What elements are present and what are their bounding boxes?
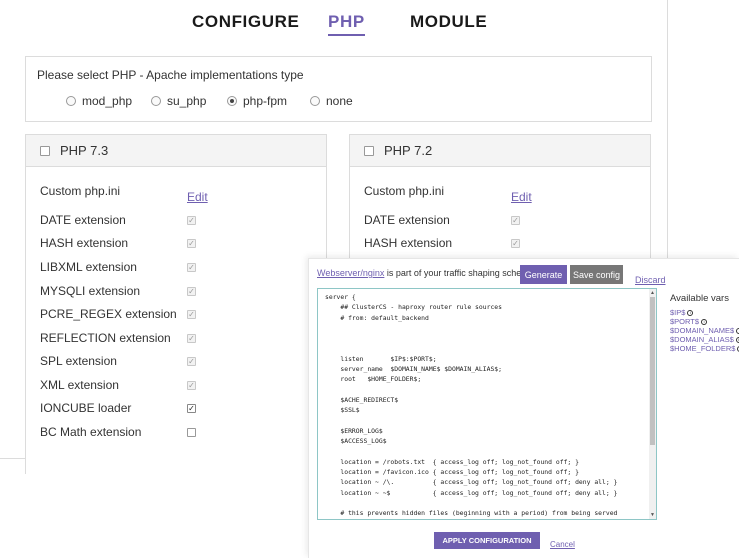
php73-ext-mysqli-label: MYSQLI extension <box>40 284 141 298</box>
available-vars-title: Available vars <box>670 293 729 304</box>
apache-implementation-box: Please select PHP - Apache implementatio… <box>25 56 652 122</box>
php73-custom-ini-label: Custom php.ini <box>40 184 121 198</box>
radio-php-fpm[interactable]: php-fpm <box>227 94 287 108</box>
webserver-nginx-link[interactable]: Webserver/nginx <box>317 268 384 278</box>
php73-ext-pcre-checkbox[interactable]: ✓ <box>187 310 196 319</box>
php73-enable-checkbox[interactable] <box>40 145 50 156</box>
php73-ext-reflection-checkbox[interactable]: ✓ <box>187 334 196 343</box>
radio-mod-php-label: mod_php <box>82 94 133 108</box>
scroll-down-icon[interactable]: ▼ <box>650 512 655 518</box>
php72-custom-ini-label: Custom php.ini <box>364 184 445 198</box>
radio-mod-php[interactable]: mod_php <box>66 94 132 108</box>
info-icon[interactable]: i <box>687 309 694 316</box>
php73-ext-mysqli-checkbox[interactable]: ✓ <box>187 287 196 296</box>
php72-ext-hash-checkbox[interactable]: ✓ <box>511 239 520 248</box>
config-code-editor[interactable]: server { ## ClusterCS - haproxy router r… <box>317 288 657 520</box>
php73-ext-libxml-label: LIBXML extension <box>40 260 137 274</box>
php73-ext-ioncube-label: IONCUBE loader <box>40 401 132 415</box>
php73-ext-xml-checkbox[interactable]: ✓ <box>187 381 196 390</box>
php73-ext-date-label: DATE extension <box>40 213 126 227</box>
var-ip-label[interactable]: $IP$ <box>670 308 685 317</box>
tab-module[interactable]: MODULE <box>410 12 487 32</box>
tab-php[interactable]: PHP <box>328 12 365 36</box>
php72-title: PHP 7.2 <box>384 143 433 158</box>
php73-ext-libxml-checkbox[interactable]: ✓ <box>187 263 196 272</box>
editor-scroll-thumb[interactable] <box>650 297 655 445</box>
radio-su-php-circle[interactable] <box>151 96 161 106</box>
var-domain-alias-label[interactable]: $DOMAIN_ALIAS$ <box>670 335 734 344</box>
editor-scrollbar[interactable]: ▲ ▼ <box>649 289 656 519</box>
radio-php-fpm-circle[interactable] <box>227 96 237 106</box>
var-port[interactable]: $PORT$ i <box>670 317 708 326</box>
radio-none-circle[interactable] <box>310 96 320 106</box>
php72-header: PHP 7.2 <box>350 135 650 167</box>
php73-ext-pcre-label: PCRE_REGEX extension <box>40 307 177 321</box>
var-domain-alias[interactable]: $DOMAIN_ALIAS$i <box>670 335 739 344</box>
radio-php-fpm-label: php-fpm <box>243 94 288 108</box>
config-dialog-header-text: is part of your traffic shaping schema. <box>384 268 537 278</box>
php73-header: PHP 7.3 <box>26 135 326 167</box>
generate-button[interactable]: Generate <box>520 265 567 284</box>
php72-enable-checkbox[interactable] <box>364 145 374 156</box>
php72-edit-link[interactable]: Edit <box>511 190 532 204</box>
php73-ext-spl-checkbox[interactable]: ✓ <box>187 357 196 366</box>
var-domain-name-label[interactable]: $DOMAIN_NAME$ <box>670 326 734 335</box>
php73-ext-bcmath-label: BC Math extension <box>40 425 142 439</box>
php73-ext-bcmath-checkbox[interactable] <box>187 428 196 437</box>
radio-none[interactable]: none <box>310 94 353 108</box>
radio-none-label: none <box>326 94 353 108</box>
php72-ext-hash-label: HASH extension <box>364 236 453 250</box>
var-home-folder-label[interactable]: $HOME_FOLDER$ <box>670 344 735 353</box>
radio-mod-php-circle[interactable] <box>66 96 76 106</box>
apply-configuration-button[interactable]: APPLY CONFIGURATION <box>434 532 540 549</box>
scroll-up-icon[interactable]: ▲ <box>650 290 655 296</box>
var-ip[interactable]: $IP$ i <box>670 308 694 317</box>
php73-ext-spl-label: SPL extension <box>40 354 117 368</box>
php72-ext-date-label: DATE extension <box>364 213 450 227</box>
var-domain-name[interactable]: $DOMAIN_NAME$i <box>670 326 739 335</box>
config-code-text[interactable]: server { ## ClusterCS - haproxy router r… <box>325 292 643 519</box>
info-icon[interactable]: i <box>701 318 708 325</box>
apache-implementation-title: Please select PHP - Apache implementatio… <box>37 68 304 82</box>
radio-su-php[interactable]: su_php <box>151 94 206 108</box>
cancel-link[interactable]: Cancel <box>550 540 575 549</box>
php73-ext-hash-label: HASH extension <box>40 236 129 250</box>
php73-ext-hash-checkbox[interactable]: ✓ <box>187 239 196 248</box>
php72-panel: PHP 7.2 Custom php.ini Edit DATE extensi… <box>349 134 651 274</box>
var-port-label[interactable]: $PORT$ <box>670 317 699 326</box>
tab-configure[interactable]: CONFIGURE <box>192 12 299 32</box>
php72-ext-date-checkbox[interactable]: ✓ <box>511 216 520 225</box>
nginx-config-dialog: Webserver/nginx is part of your traffic … <box>308 258 739 558</box>
php73-title: PHP 7.3 <box>60 143 109 158</box>
save-config-button[interactable]: Save config <box>570 265 623 284</box>
discard-link[interactable]: Discard <box>635 275 666 285</box>
php73-ext-ioncube-checkbox[interactable]: ✓ <box>187 404 196 413</box>
php73-edit-link[interactable]: Edit <box>187 190 208 204</box>
php73-panel: PHP 7.3 Custom php.ini Edit DATE extensi… <box>25 134 327 474</box>
config-dialog-header: Webserver/nginx is part of your traffic … <box>317 268 536 278</box>
php73-ext-reflection-label: REFLECTION extension <box>40 331 171 345</box>
php73-ext-date-checkbox[interactable]: ✓ <box>187 216 196 225</box>
php73-ext-xml-label: XML extension <box>40 378 119 392</box>
radio-su-php-label: su_php <box>167 94 207 108</box>
var-home-folder[interactable]: $HOME_FOLDER$i <box>670 344 739 353</box>
